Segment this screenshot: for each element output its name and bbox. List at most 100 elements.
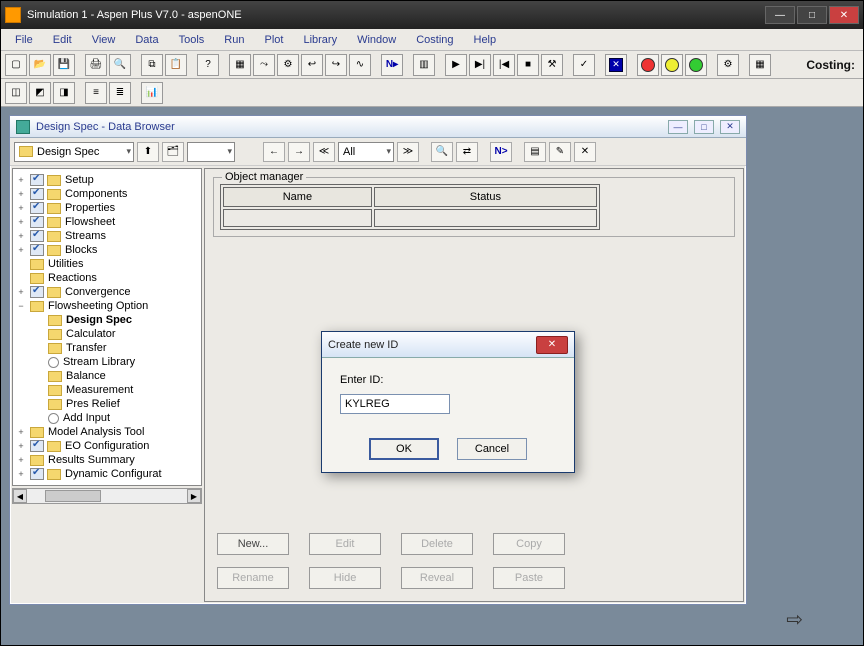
copy-button[interactable]: Copy <box>493 533 565 555</box>
copy-icon[interactable]: ⧉ <box>141 54 163 76</box>
zoom-combo[interactable] <box>187 142 235 162</box>
edit-icon[interactable]: ✎ <box>549 142 571 162</box>
tree-view-icon[interactable]: 🗂 <box>162 142 184 162</box>
step-icon[interactable]: ▶| <box>469 54 491 76</box>
delete-icon[interactable]: ✕ <box>574 142 596 162</box>
forward-icon[interactable]: → <box>288 142 310 162</box>
next-step-button[interactable]: N> <box>490 142 512 162</box>
config-icon[interactable]: ⚒ <box>541 54 563 76</box>
hide-button[interactable]: Hide <box>309 567 381 589</box>
expand-icon[interactable]: + <box>15 287 27 297</box>
menu-run[interactable]: Run <box>214 32 254 48</box>
minimize-button[interactable]: — <box>765 6 795 24</box>
filter-icon[interactable]: ▤ <box>524 142 546 162</box>
edit-button[interactable]: Edit <box>309 533 381 555</box>
green-indicator-icon[interactable] <box>685 54 707 76</box>
menu-costing[interactable]: Costing <box>406 32 463 48</box>
menu-tools[interactable]: Tools <box>169 32 215 48</box>
expand-icon[interactable]: + <box>15 217 27 227</box>
menu-library[interactable]: Library <box>293 32 347 48</box>
preview-icon[interactable]: 🔍 <box>109 54 131 76</box>
tree-item-setup[interactable]: +Setup <box>15 173 199 187</box>
close-button[interactable]: ✕ <box>829 6 859 24</box>
expand-icon[interactable]: + <box>15 427 27 437</box>
chart-icon[interactable]: 📊 <box>141 82 163 104</box>
red-indicator-icon[interactable] <box>637 54 659 76</box>
scroll-thumb[interactable] <box>45 490 101 502</box>
tree-item-eo-configuration[interactable]: +EO Configuration <box>15 439 199 453</box>
yellow-indicator-icon[interactable] <box>661 54 683 76</box>
tree-item-streams[interactable]: +Streams <box>15 229 199 243</box>
tree-item-design-spec[interactable]: Design Spec <box>15 313 199 327</box>
tree-item-properties[interactable]: +Properties <box>15 201 199 215</box>
tree-item-results-summary[interactable]: +Results Summary <box>15 453 199 467</box>
objects-combo[interactable]: Design Spec <box>14 142 134 162</box>
cancel-button[interactable]: Cancel <box>457 438 527 460</box>
menu-data[interactable]: Data <box>125 32 168 48</box>
tree-item-measurement[interactable]: Measurement <box>15 383 199 397</box>
col-name[interactable]: Name <box>223 187 372 207</box>
tree-item-transfer[interactable]: Transfer <box>15 341 199 355</box>
tree-item-calculator[interactable]: Calculator <box>15 327 199 341</box>
tree-item-stream-library[interactable]: Stream Library <box>15 355 199 369</box>
expand-icon[interactable]: + <box>15 441 27 451</box>
back-icon[interactable]: ← <box>263 142 285 162</box>
child-minimize-button[interactable]: — <box>668 120 688 134</box>
tool-icon-1[interactable]: ▦ <box>229 54 251 76</box>
reveal-button[interactable]: Reveal <box>401 567 473 589</box>
menu-view[interactable]: View <box>82 32 126 48</box>
save-icon[interactable]: 💾 <box>53 54 75 76</box>
tree-item-model-analysis-tool[interactable]: +Model Analysis Tool <box>15 425 199 439</box>
col-status[interactable]: Status <box>374 187 597 207</box>
expand-icon[interactable]: − <box>15 301 27 311</box>
find-icon[interactable]: 🔍 <box>431 142 453 162</box>
new-icon[interactable]: ▢ <box>5 54 27 76</box>
expand-icon[interactable]: + <box>15 455 27 465</box>
tree-item-reactions[interactable]: Reactions <box>15 271 199 285</box>
tree-item-pres-relief[interactable]: Pres Relief <box>15 397 199 411</box>
ok-button[interactable]: OK <box>369 438 439 460</box>
next-button[interactable]: N▸ <box>381 54 403 76</box>
menu-edit[interactable]: Edit <box>43 32 82 48</box>
grid-icon[interactable]: ▦ <box>749 54 771 76</box>
dialog-titlebar[interactable]: Create new ID ✕ <box>322 332 574 358</box>
id-input[interactable] <box>340 394 450 414</box>
last-icon[interactable]: ≫ <box>397 142 419 162</box>
menu-plot[interactable]: Plot <box>254 32 293 48</box>
expand-icon[interactable]: + <box>15 231 27 241</box>
dialog-close-button[interactable]: ✕ <box>536 336 568 354</box>
tree-hscrollbar[interactable]: ◀ ▶ <box>12 488 202 504</box>
toggle-icon[interactable]: ⇄ <box>456 142 478 162</box>
menu-help[interactable]: Help <box>464 32 507 48</box>
scroll-left-icon[interactable]: ◀ <box>13 489 27 503</box>
tree-item-flowsheeting-option[interactable]: −Flowsheeting Option <box>15 299 199 313</box>
first-icon[interactable]: ≪ <box>313 142 335 162</box>
menu-window[interactable]: Window <box>347 32 406 48</box>
tree-item-flowsheet[interactable]: +Flowsheet <box>15 215 199 229</box>
open-icon[interactable]: 📂 <box>29 54 51 76</box>
tool-icon-4[interactable]: ↩ <box>301 54 323 76</box>
close-x-icon[interactable]: ✕ <box>605 54 627 76</box>
child-close-button[interactable]: ✕ <box>720 120 740 134</box>
scroll-right-icon[interactable]: ▶ <box>187 489 201 503</box>
check-icon[interactable]: ✓ <box>573 54 595 76</box>
draw-icon-1[interactable]: ◫ <box>5 82 27 104</box>
expand-icon[interactable]: + <box>15 189 27 199</box>
rename-button[interactable]: Rename <box>217 567 289 589</box>
up-folder-icon[interactable]: ⬆ <box>137 142 159 162</box>
print-icon[interactable]: 🖨 <box>85 54 107 76</box>
rewind-icon[interactable]: |◀ <box>493 54 515 76</box>
tree-item-blocks[interactable]: +Blocks <box>15 243 199 257</box>
list-icon-2[interactable]: ≣ <box>109 82 131 104</box>
tool-icon-6[interactable]: ∿ <box>349 54 371 76</box>
delete-button[interactable]: Delete <box>401 533 473 555</box>
tree-item-balance[interactable]: Balance <box>15 369 199 383</box>
tool-icon-2[interactable]: ⤳ <box>253 54 275 76</box>
tree-item-dynamic-configurat[interactable]: +Dynamic Configurat <box>15 467 199 481</box>
tree-item-convergence[interactable]: +Convergence <box>15 285 199 299</box>
paste-icon[interactable]: 📋 <box>165 54 187 76</box>
expand-icon[interactable]: + <box>15 245 27 255</box>
draw-icon-2[interactable]: ◩ <box>29 82 51 104</box>
expand-icon[interactable]: + <box>15 175 27 185</box>
expand-icon[interactable]: + <box>15 203 27 213</box>
